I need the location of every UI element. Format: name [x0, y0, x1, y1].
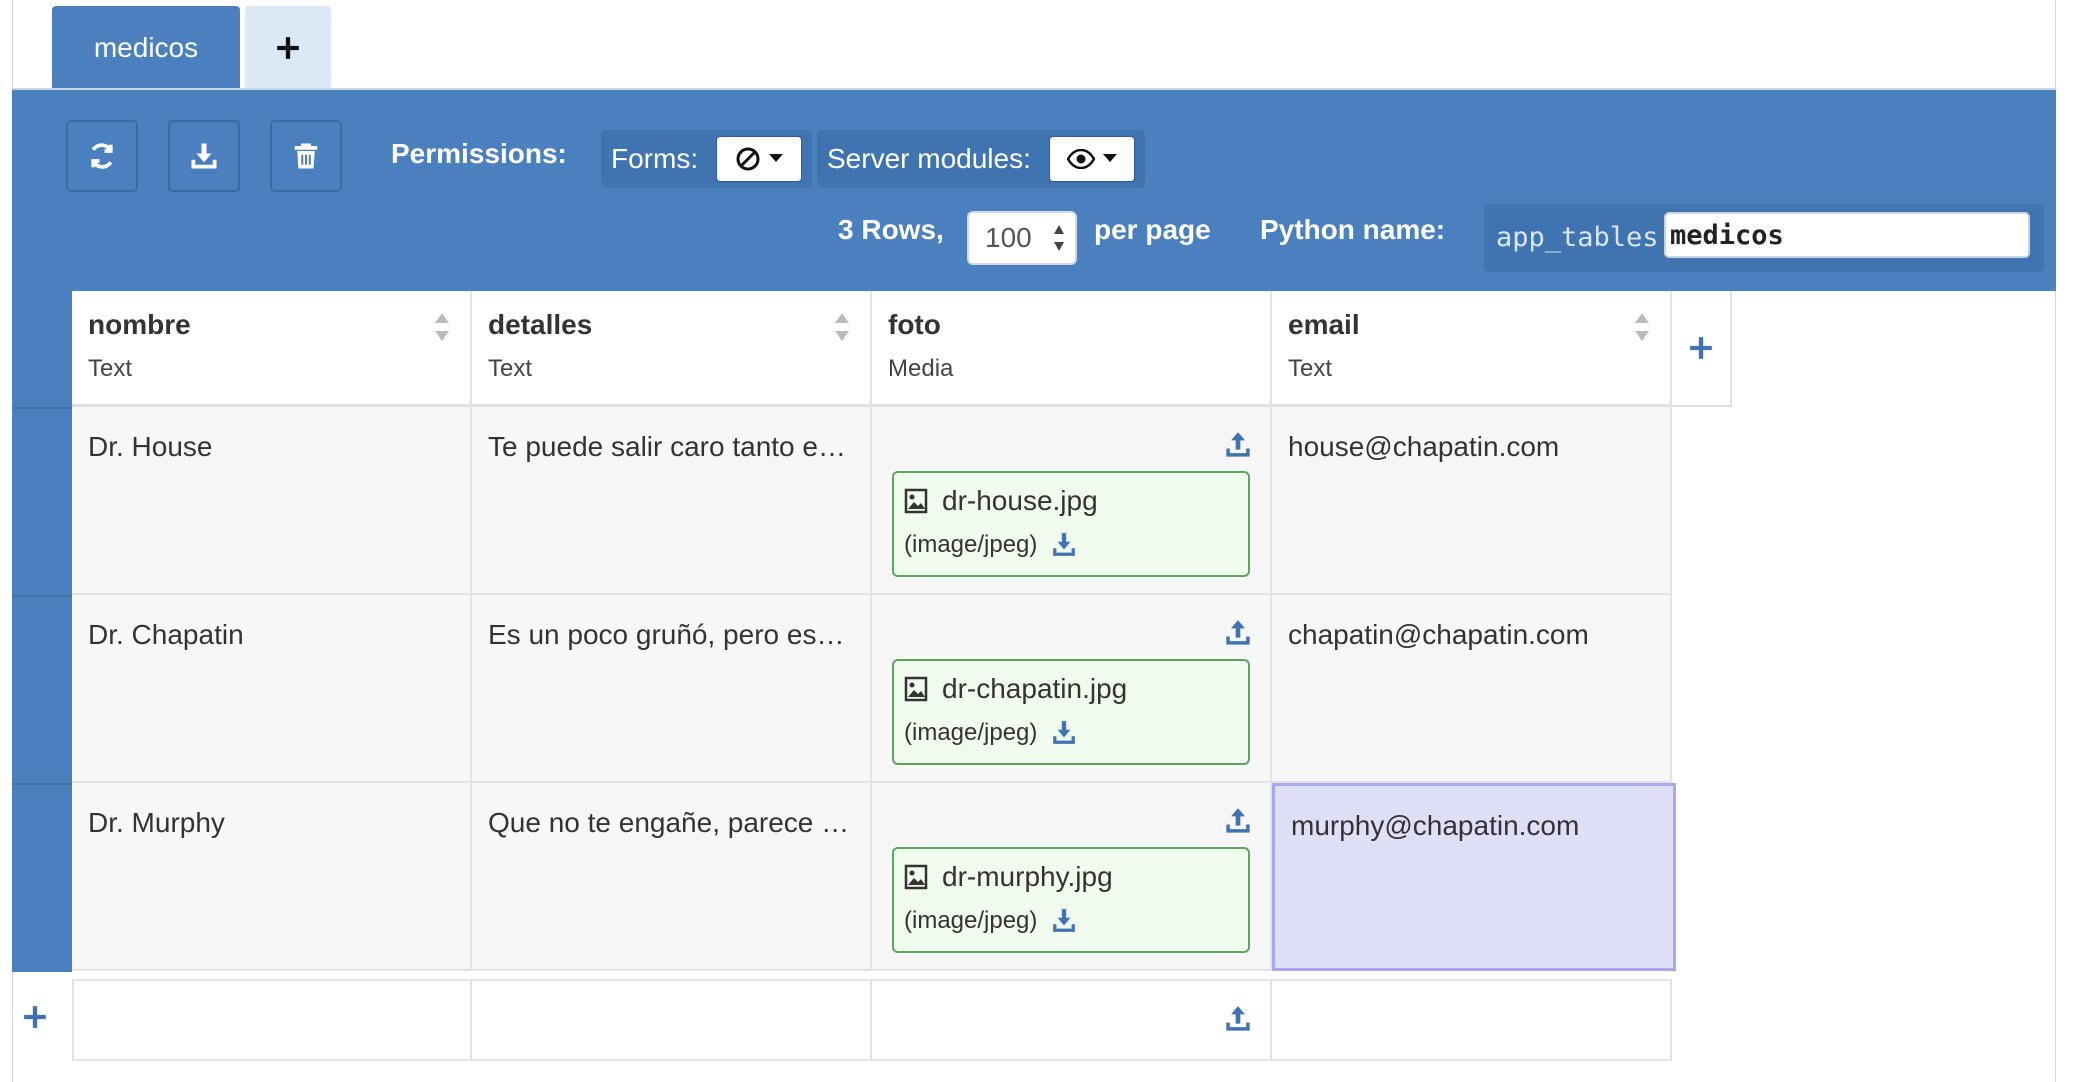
plus-icon — [1690, 337, 1712, 359]
download-icon[interactable] — [1051, 908, 1077, 934]
rows-per-page-input[interactable]: 100 — [967, 211, 1077, 265]
image-file-icon — [904, 488, 928, 514]
column-type: Text — [88, 355, 133, 382]
tab-medicos[interactable]: medicos — [52, 6, 240, 90]
python-name-prefix: app_tables. — [1496, 222, 1675, 253]
media-filename: dr-house.jpg — [942, 485, 1098, 516]
row-handle-divider — [12, 595, 72, 597]
caret-down-icon — [1102, 154, 1117, 162]
download-icon — [191, 143, 217, 169]
upload-icon[interactable] — [1224, 807, 1252, 835]
download-icon[interactable] — [1051, 720, 1077, 746]
plus-icon — [24, 1006, 46, 1028]
python-name-field: app_tables. medicos — [1484, 204, 2044, 272]
plus-icon — [277, 37, 299, 59]
per-page-label: per page — [1094, 214, 1211, 245]
new-row-cell-detalles[interactable] — [472, 979, 872, 1061]
cell-nombre[interactable]: Dr. House — [72, 407, 472, 595]
column-type: Text — [488, 355, 533, 382]
cell-email[interactable]: house@chapatin.com — [1272, 407, 1672, 595]
refresh-button[interactable] — [66, 120, 138, 192]
cell-email[interactable]: chapatin@chapatin.com — [1272, 595, 1672, 783]
server-modules-permission: Server modules: — [817, 130, 1145, 188]
forms-label: Forms: — [611, 143, 699, 174]
cell-foto[interactable]: dr-chapatin.jpg (image/jpeg) — [872, 595, 1272, 783]
cell-nombre[interactable]: Dr. Chapatin — [72, 595, 472, 783]
caret-down-icon — [769, 154, 784, 162]
media-mime-type: (image/jpeg) — [904, 531, 1038, 558]
column-header-foto[interactable]: foto Media — [872, 291, 1272, 407]
image-file-icon — [904, 676, 928, 702]
table-toolbar: Permissions: Forms: Server modules: 3 Ro… — [12, 90, 2056, 291]
delete-table-button[interactable] — [270, 120, 342, 192]
new-row-cell-nombre[interactable] — [72, 979, 472, 1061]
column-header-email[interactable]: email Text — [1272, 291, 1672, 407]
cell-detalles[interactable]: Te puede salir caro tanto e… — [472, 407, 872, 595]
column-name: nombre — [88, 309, 191, 340]
add-table-tab[interactable] — [245, 6, 331, 90]
download-icon[interactable] — [1051, 532, 1077, 558]
upload-icon[interactable] — [1224, 619, 1252, 647]
cell-detalles[interactable]: Es un poco gruñó, pero es… — [472, 595, 872, 783]
rows-per-page-value: 100 — [985, 222, 1032, 253]
sort-icon[interactable] — [1634, 311, 1650, 343]
server-modules-permission-dropdown[interactable] — [1048, 136, 1135, 182]
media-file-chip: dr-chapatin.jpg (image/jpeg) — [892, 659, 1250, 765]
cell-detalles[interactable]: Que no te engañe, parece … — [472, 783, 872, 971]
row-handle-column — [12, 291, 72, 972]
row-handle-divider — [12, 783, 72, 785]
no-access-icon — [736, 147, 760, 171]
column-header-detalles[interactable]: detalles Text — [472, 291, 872, 407]
upload-icon[interactable] — [1224, 431, 1252, 459]
column-type: Media — [888, 355, 954, 382]
media-file-chip: dr-house.jpg (image/jpeg) — [892, 471, 1250, 577]
media-filename: dr-murphy.jpg — [942, 861, 1113, 892]
row-handle-divider — [12, 407, 72, 409]
refresh-icon — [91, 143, 113, 169]
spinner-arrows-icon — [1054, 225, 1064, 251]
eye-icon — [1066, 149, 1095, 169]
media-mime-type: (image/jpeg) — [904, 907, 1038, 934]
media-file-chip: dr-murphy.jpg (image/jpeg) — [892, 847, 1250, 953]
cell-email-selected[interactable]: murphy@chapatin.com — [1272, 783, 1676, 971]
cell-foto[interactable]: dr-murphy.jpg (image/jpeg) — [872, 783, 1272, 971]
forms-permission-dropdown[interactable] — [716, 136, 803, 182]
image-file-icon — [904, 864, 928, 890]
cell-nombre[interactable]: Dr. Murphy — [72, 783, 472, 971]
cell-foto[interactable]: dr-house.jpg (image/jpeg) — [872, 407, 1272, 595]
column-header-nombre[interactable]: nombre Text — [72, 291, 472, 407]
media-filename: dr-chapatin.jpg — [942, 673, 1128, 704]
media-mime-type: (image/jpeg) — [904, 719, 1038, 746]
add-row-button[interactable] — [22, 1004, 48, 1035]
forms-permission: Forms: — [601, 130, 813, 188]
column-type: Text — [1288, 355, 1333, 382]
sort-icon[interactable] — [834, 311, 850, 343]
column-name: email — [1288, 309, 1360, 340]
python-name-label: Python name: — [1260, 214, 1446, 245]
server-modules-label: Server modules: — [827, 143, 1031, 174]
add-column-button[interactable] — [1672, 291, 1732, 407]
new-row-cell-email[interactable] — [1272, 979, 1672, 1061]
permissions-label: Permissions: — [391, 138, 567, 169]
new-row-cell-foto[interactable] — [872, 979, 1272, 1061]
python-name-input[interactable]: medicos — [1664, 212, 2030, 258]
download-csv-button[interactable] — [168, 120, 240, 192]
upload-icon[interactable] — [1224, 1005, 1252, 1033]
column-name: foto — [888, 309, 941, 340]
sort-icon[interactable] — [434, 311, 450, 343]
row-count: 3 Rows, — [838, 214, 944, 245]
trash-icon — [294, 143, 318, 169]
column-name: detalles — [488, 309, 593, 340]
